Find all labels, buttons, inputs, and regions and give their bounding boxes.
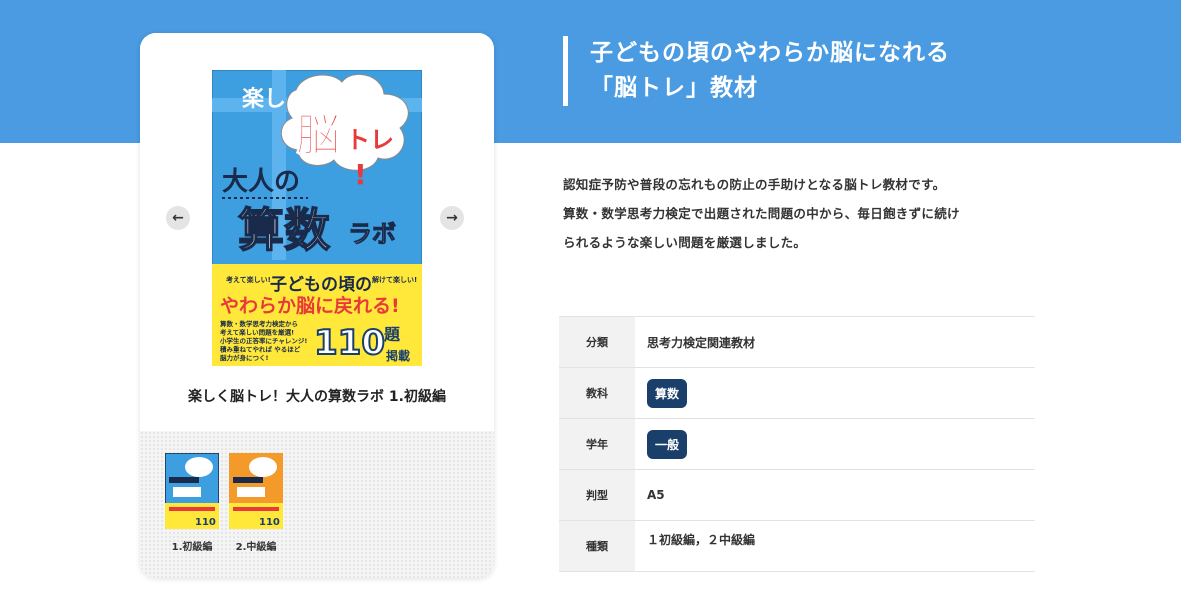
spec-key: 分類 [559,317,635,367]
thumbnail-item[interactable]: 110 [165,453,219,529]
spec-value: A5 [647,488,665,502]
thumbnail-count: 110 [195,517,216,528]
spec-key: 判型 [559,470,635,520]
spec-value-cell: 算数 [635,368,1035,418]
product-carousel: ← → 楽しく 脳 トレ ! 大人の 算数 ラボ 考えて楽しい! 解けて楽しい!… [140,33,494,431]
cover-title-small: 大人の [222,167,300,197]
cover-count: 110 [314,323,385,363]
spec-key: 学年 [559,419,635,469]
cover-bubble-text2: トレ [346,126,394,154]
spec-row-format: 判型 A5 [559,470,1035,521]
spec-row-grade: 学年 一般 [559,419,1035,470]
spec-key: 教科 [559,368,635,418]
thumbnail-strip: 110 110 1.初級編 2.中級編 [140,431,494,578]
cover-blurb-line: 考えて楽しい問題を厳選! [220,328,294,337]
thumbnail-cover-image: 110 [165,453,219,529]
thumbnail-item[interactable]: 110 [229,453,283,529]
thumbnail-count: 110 [259,517,280,528]
cover-band-line1: 子どもの頃の [270,275,372,295]
cover-blurb-line: 小学生の正答率にチャレンジ! [219,336,307,345]
cover-title-big: 算数 [238,203,330,257]
spec-table: 分類 思考力検定関連教材 教科 算数 学年 一般 判型 A5 種類 １初級編，２… [559,316,1035,572]
spec-row-types: 種類 １初級編，２中級編 [559,521,1035,572]
headline-line-2: 「脳トレ」教材 [590,75,758,101]
spec-key: 種類 [559,521,635,571]
page-headline: 子どもの頃のやわらか脳になれる 「脳トレ」教材 [563,36,950,106]
cover-bubble-text: 脳 [296,110,340,161]
thumbnail-label[interactable]: 1.初級編 [157,538,227,553]
carousel-prev-button[interactable]: ← [166,206,190,230]
cover-count-label: 掲載 [386,348,410,363]
headline-line-1: 子どもの頃のやわらか脳になれる [590,40,950,66]
cover-band-left: 考えて楽しい! [226,275,271,284]
cover-band-line2: やわらか脳に戻れる! [220,294,400,317]
cover-blurb-line: 積み重ねてやれば やるほど [219,345,301,354]
spec-value: １初級編，２中級編 [647,533,756,547]
cover-band-right: 解けて楽しい! [372,275,417,284]
spec-row-subject: 教科 算数 [559,368,1035,419]
cover-title-side: ラボ [348,220,396,248]
carousel-next-button[interactable]: → [440,206,464,230]
arrow-left-icon: ← [172,210,184,226]
book-cover-image[interactable]: 楽しく 脳 トレ ! 大人の 算数 ラボ 考えて楽しい! 解けて楽しい! 子ども… [212,70,422,366]
description-line: 算数・数学思考力検定で出題された問題の中から、毎日飽きずに続け [563,206,960,221]
subject-tag[interactable]: 算数 [647,378,688,408]
spec-value-cell: 一般 [635,419,1035,469]
product-title: 楽しく脳トレ！大人の算数ラボ 1.初級編 [188,389,446,405]
product-card: ← → 楽しく 脳 トレ ! 大人の 算数 ラボ 考えて楽しい! 解けて楽しい!… [140,33,494,578]
cover-bubble-mark: ! [354,158,367,191]
thumbnail-label[interactable]: 2.中級編 [221,538,291,553]
page: 子どもの頃のやわらか脳になれる 「脳トレ」教材 ← → 楽しく 脳 トレ ! 大… [0,0,1181,600]
spec-value: 思考力検定関連教材 [647,335,756,350]
arrow-right-icon: → [446,210,458,226]
product-description: 認知症予防や普段の忘れもの防止の手助けとなる脳トレ教材です。 算数・数学思考力検… [563,170,1053,257]
description-line: 認知症予防や普段の忘れもの防止の手助けとなる脳トレ教材です。 [563,177,946,192]
cover-blurb-line: 脳力が身につく! [219,353,269,362]
grade-tag[interactable]: 一般 [647,429,688,459]
spec-row-category: 分類 思考力検定関連教材 [559,317,1035,368]
cover-count-unit: 題 [384,325,401,344]
thumbnail-cover-image: 110 [229,453,283,529]
cover-blurb-line: 算数・数学思考力検定から [219,319,298,328]
description-line: られるような楽しい問題を厳選しました。 [563,235,807,250]
